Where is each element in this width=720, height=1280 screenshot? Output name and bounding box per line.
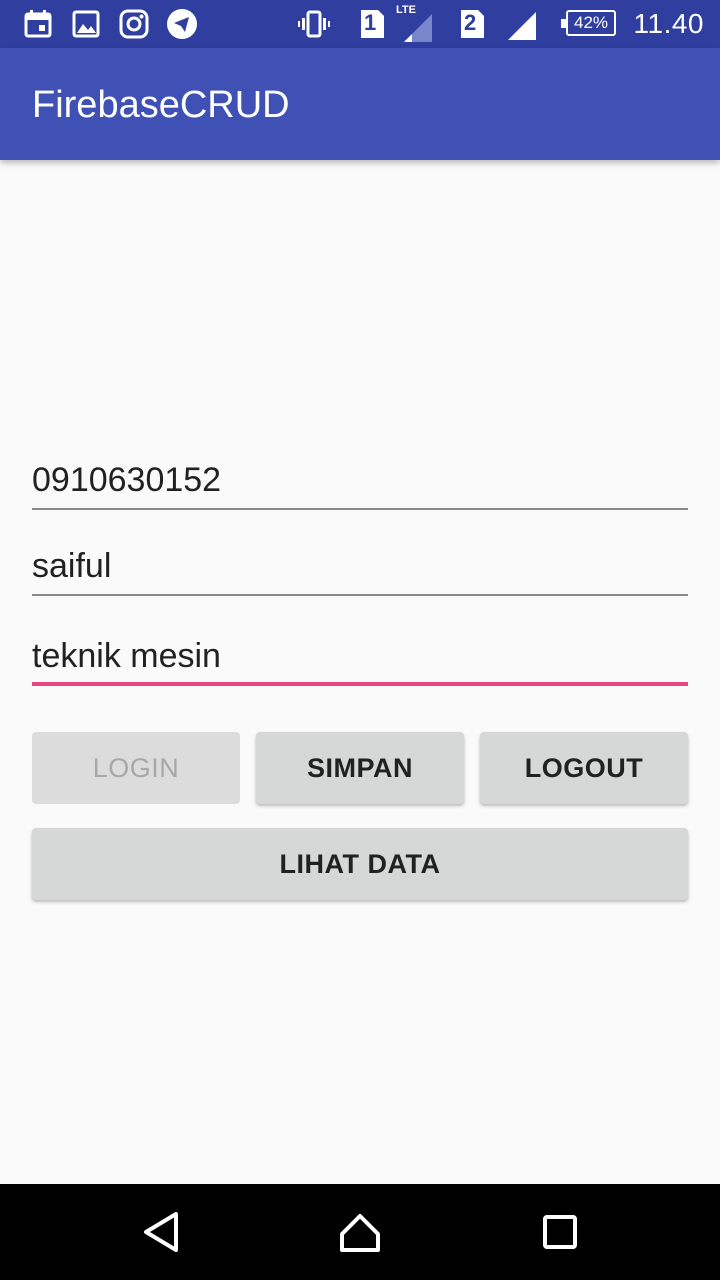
jurusan-field[interactable] bbox=[32, 626, 688, 686]
sim2-label: 2 bbox=[464, 10, 477, 35]
signal2-icon bbox=[508, 12, 536, 40]
instagram-icon bbox=[119, 9, 149, 39]
nim-input[interactable] bbox=[32, 461, 688, 500]
nim-field[interactable] bbox=[32, 450, 688, 510]
nama-field[interactable] bbox=[32, 536, 688, 596]
app-title: FirebaseCRUD bbox=[32, 84, 290, 126]
calendar-icon bbox=[24, 10, 52, 38]
clock: 11.40 bbox=[633, 8, 704, 39]
vibrate-icon bbox=[298, 10, 330, 38]
nama-underline bbox=[32, 594, 688, 596]
jurusan-underline bbox=[32, 682, 688, 686]
telegram-icon bbox=[167, 9, 197, 39]
logout-button[interactable]: LOGOUT bbox=[480, 732, 688, 804]
back-icon[interactable] bbox=[132, 1204, 188, 1260]
simpan-button[interactable]: SIMPAN bbox=[256, 732, 464, 804]
login-button[interactable]: LOGIN bbox=[32, 732, 240, 804]
image-icon bbox=[72, 10, 100, 38]
lihat-data-button[interactable]: LIHAT DATA bbox=[32, 828, 688, 900]
signal1-icon bbox=[404, 14, 432, 42]
app-bar: FirebaseCRUD bbox=[0, 48, 720, 160]
sim1-label: 1 bbox=[364, 10, 377, 35]
battery-level: 42% bbox=[573, 13, 609, 32]
recents-icon[interactable] bbox=[532, 1204, 588, 1260]
status-bar: 1 LTE 2 42% 11.40 bbox=[0, 0, 720, 48]
battery-icon: 42% bbox=[561, 10, 616, 36]
navigation-bar bbox=[0, 1184, 720, 1280]
nama-input[interactable] bbox=[32, 547, 688, 586]
jurusan-input[interactable] bbox=[32, 637, 688, 676]
home-icon[interactable] bbox=[332, 1204, 388, 1260]
nim-underline bbox=[32, 508, 688, 510]
